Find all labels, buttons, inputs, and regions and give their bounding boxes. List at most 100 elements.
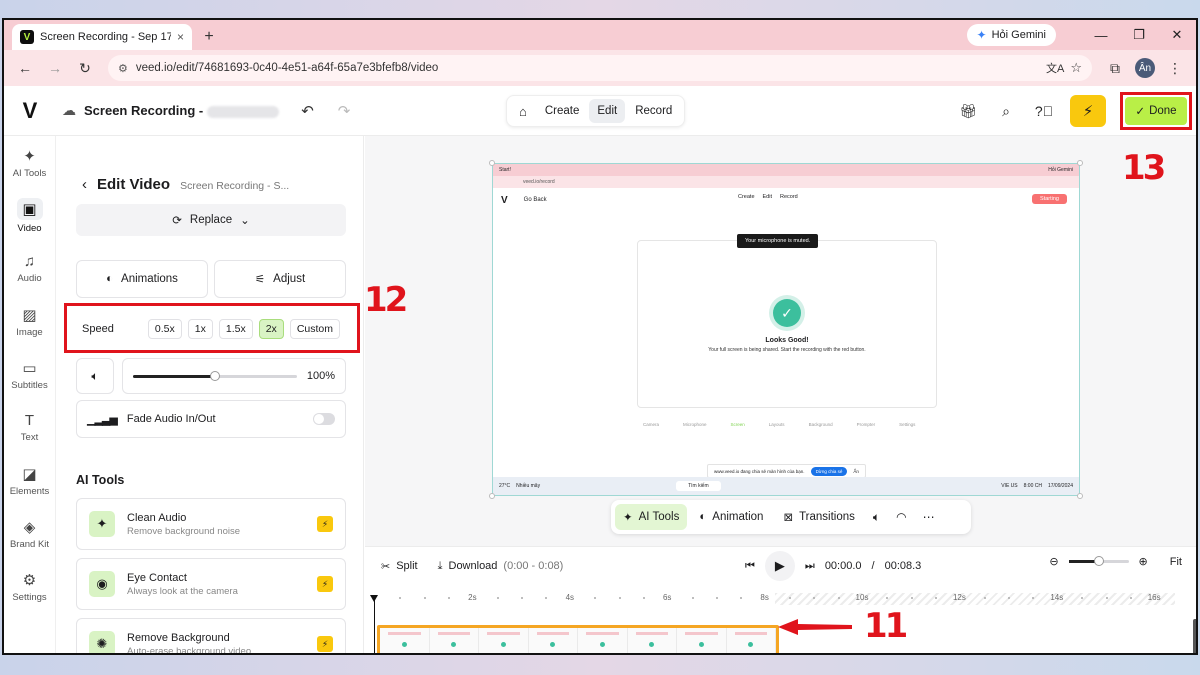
animations-button[interactable]: ◐ Animations (76, 260, 208, 298)
site-info-icon[interactable]: ⚙ (118, 62, 128, 75)
speed-option-custom[interactable]: Custom (289, 319, 340, 339)
preview-lang: VIE US (1001, 483, 1018, 489)
ruler-tick: 10s (855, 593, 869, 602)
transitions-button[interactable]: ⊠ Transitions (775, 504, 862, 530)
translate-icon[interactable]: 文A (1046, 60, 1064, 76)
rail-label: Text (20, 432, 39, 443)
download-button[interactable]: ⤓ Download (0:00 - 0:08) (438, 560, 564, 573)
minimize-icon[interactable]: — (1082, 20, 1120, 50)
done-label: Done (1149, 105, 1177, 117)
speed-gauge-icon[interactable]: ◠ (890, 510, 912, 524)
url-field[interactable]: ⚙ veed.io/edit/74681693-0c40-4e51-a64f-6… (108, 55, 1092, 81)
browser-tab[interactable]: V Screen Recording - Sep 17, 202 × (12, 24, 192, 50)
zoom-out-icon[interactable]: ⊖ (1049, 555, 1058, 568)
video-preview[interactable]: Start! Hỏi Gemini veed.io/record V Go Ba… (492, 163, 1080, 496)
volume-slider[interactable] (133, 370, 297, 381)
time-ruler[interactable]: 2s 4s 6s 8s 10s 12s 14s 16s (375, 591, 1175, 611)
bookmark-star-icon[interactable]: ☆ (1070, 60, 1082, 76)
new-tab-button[interactable]: + (196, 24, 222, 50)
preview-share-button: Dừng chia sẻ (810, 466, 848, 476)
rail-item-ai-tools[interactable]: ✦ AI Tools (4, 136, 55, 189)
rail-item-subtitles[interactable]: ▭ Subtitles (4, 348, 55, 401)
mode-edit[interactable]: Edit (589, 99, 626, 123)
zoom-slider[interactable] (1068, 556, 1129, 566)
playhead[interactable] (370, 595, 378, 653)
fit-button[interactable]: Fit (1170, 556, 1182, 568)
gemini-button[interactable]: ✦ Hỏi Gemini (966, 24, 1056, 46)
tab-close-icon[interactable]: × (177, 30, 184, 44)
ai-tool-card[interactable]: ✺ Remove Background Auto-erase background … (76, 618, 346, 653)
redo-icon[interactable]: ↷ (338, 102, 351, 120)
volume-knob[interactable] (209, 370, 220, 381)
clip-thumbnail (677, 628, 727, 653)
animation-button[interactable]: ◐ Animation (691, 505, 771, 529)
speed-option-2x[interactable]: 2x (258, 319, 284, 339)
volume-icon[interactable]: 🔈︎ (867, 510, 886, 525)
project-title[interactable]: Screen Recording - (84, 103, 280, 118)
close-window-icon[interactable]: ✕ (1158, 20, 1196, 50)
mode-record[interactable]: Record (627, 99, 680, 123)
clip-thumbnail (578, 628, 628, 653)
ai-tool-desc: Always look at the camera (127, 585, 238, 597)
timeline-scrollbar[interactable] (1193, 619, 1196, 653)
help-icon[interactable]: ?⃝ (1032, 103, 1056, 119)
total-time: 00:08.3 (884, 560, 922, 572)
video-clip[interactable] (377, 625, 779, 653)
rail-item-settings[interactable]: ⚙ Settings (4, 560, 55, 613)
zoom-knob[interactable] (1093, 556, 1104, 566)
resize-handle[interactable] (489, 493, 495, 499)
upgrade-bolt-button[interactable]: ⚡︎ (1070, 95, 1106, 127)
home-icon[interactable]: ⌂ (511, 98, 535, 125)
fade-bars-icon: ▁▂▃▅ (87, 413, 118, 426)
header-actions: 🎁︎ ⌕ ?⃝ ⚡︎ ✓ Done (956, 86, 1196, 136)
reload-icon[interactable]: ↻ (72, 55, 98, 81)
speed-option-1x[interactable]: 1x (187, 319, 213, 339)
search-icon[interactable]: ⌕ (994, 103, 1018, 120)
resize-handle[interactable] (1077, 160, 1083, 166)
zoom-in-icon[interactable]: ⊕ (1139, 555, 1148, 568)
speed-option-1-5x[interactable]: 1.5x (218, 319, 253, 339)
browser-menu-icon[interactable]: ⋮ (1162, 55, 1188, 81)
fast-forward-icon[interactable]: ⏭︎ (805, 560, 815, 573)
rail-item-elements[interactable]: ◪ Elements (4, 454, 55, 507)
volume-icon[interactable]: 🔈︎ (76, 358, 114, 394)
resize-handle[interactable] (1077, 493, 1083, 499)
restore-icon[interactable]: ❐ (1120, 20, 1158, 50)
rail-item-brand-kit[interactable]: ◈ Brand Kit (4, 507, 55, 560)
check-icon: ✓ (1135, 106, 1146, 118)
forward-arrow-icon[interactable]: → (42, 55, 68, 81)
rail-item-text[interactable]: T Text (4, 401, 55, 454)
rail-item-video[interactable]: ▣ Video (4, 189, 55, 242)
adjust-button[interactable]: ⚟ Adjust (214, 260, 346, 298)
rail-item-image[interactable]: ▨ Image (4, 295, 55, 348)
back-chevron-icon[interactable]: ‹ (82, 176, 87, 193)
ai-tools-button[interactable]: ✦ AI Tools (615, 504, 688, 530)
replace-button[interactable]: ⟳ Replace ⌄ (76, 204, 346, 236)
done-button[interactable]: ✓ Done (1125, 97, 1187, 125)
split-button[interactable]: ✂ Split (381, 560, 418, 573)
panel-header: ‹ Edit Video Screen Recording - S... (82, 176, 289, 193)
gift-icon[interactable]: 🎁︎ (956, 103, 980, 120)
rewind-icon[interactable]: ⏮︎ (745, 560, 755, 573)
tab-title: Screen Recording - Sep 17, 202 (40, 31, 171, 43)
back-arrow-icon[interactable]: ← (12, 55, 38, 81)
veed-logo[interactable]: V (8, 98, 52, 124)
ai-tool-card[interactable]: ✦ Clean Audio Remove background noise ⚡︎ (76, 498, 346, 550)
mode-create[interactable]: Create (537, 99, 588, 123)
more-icon[interactable]: ⋯ (917, 510, 941, 524)
preview-share-text: www.veed.io đang chia sẻ màn hình của bạ… (714, 468, 805, 474)
rail-label: Brand Kit (9, 538, 50, 550)
speed-option-0-5x[interactable]: 0.5x (147, 319, 182, 339)
fade-toggle[interactable] (313, 413, 335, 425)
play-button[interactable]: ▶ (764, 551, 795, 581)
preview-source: Background (808, 422, 833, 427)
resize-handle[interactable] (489, 160, 495, 166)
rail-item-audio[interactable]: ♫ Audio (4, 242, 55, 295)
extensions-icon[interactable]: ⧉ (1102, 55, 1128, 81)
ai-tool-desc: Remove background noise (127, 525, 241, 537)
profile-avatar[interactable]: Ân (1132, 55, 1158, 81)
ai-tool-card[interactable]: ◉ Eye Contact Always look at the camera ⚡︎ (76, 558, 346, 610)
ruler-tick: 4s (565, 593, 575, 602)
premium-bolt-icon: ⚡︎ (317, 516, 333, 532)
undo-icon[interactable]: ↶ (301, 102, 314, 120)
